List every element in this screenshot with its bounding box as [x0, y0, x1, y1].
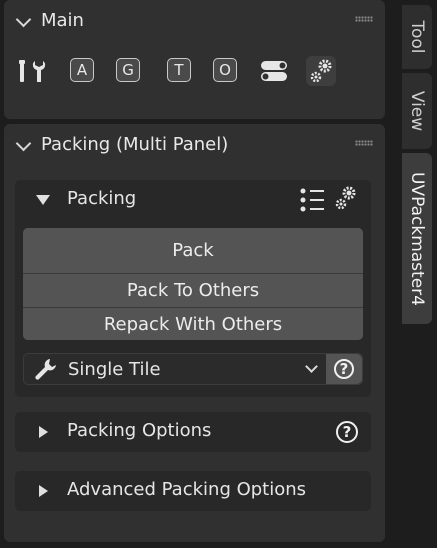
wrench-icon	[35, 359, 56, 380]
properties-region: Main A G T O Packing (Multi Panel) Packi…	[0, 0, 400, 548]
pack-to-others-button[interactable]: Pack To Others	[23, 274, 363, 307]
repack-with-others-button[interactable]: Repack With Others	[23, 308, 363, 340]
main-panel: Main A G T O	[4, 0, 385, 119]
triangle-right-icon	[39, 485, 48, 497]
toggle-switches-icon	[261, 61, 287, 81]
advanced-packing-options-subpanel[interactable]: Advanced Packing Options	[15, 471, 371, 511]
align-t-button[interactable]: T	[167, 58, 191, 82]
tools-button[interactable]	[16, 56, 46, 86]
sidebar-tab-strip: Tool View UVPackmaster4	[400, 0, 437, 548]
packing-options-subpanel[interactable]: Packing Options ?	[15, 412, 371, 452]
main-panel-header[interactable]: Main	[4, 0, 385, 42]
gears-icon[interactable]	[333, 184, 359, 212]
help-icon: ?	[334, 359, 354, 379]
tab-view-label: View	[407, 90, 427, 132]
tab-tool-label: Tool	[407, 20, 427, 54]
chevron-down-icon	[305, 360, 318, 373]
wrench-screwdriver-icon	[19, 60, 46, 82]
align-o-button[interactable]: O	[213, 58, 237, 82]
packing-multi-panel-title: Packing (Multi Panel)	[41, 134, 229, 155]
packing-multi-panel: Packing (Multi Panel) Packing Pack Pack …	[4, 124, 385, 542]
align-g-button[interactable]: G	[116, 58, 140, 82]
chevron-down-icon	[15, 135, 32, 152]
triangle-right-icon	[39, 426, 48, 438]
gears-icon	[310, 59, 332, 83]
list-icon[interactable]	[299, 187, 327, 213]
packing-mode-dropdown[interactable]: Single Tile ?	[23, 353, 363, 385]
packing-mode-help-button[interactable]: ?	[326, 354, 362, 384]
pack-button-group: Pack Pack To Others Repack With Others	[23, 228, 363, 340]
chevron-down-icon	[15, 11, 32, 28]
tab-view[interactable]: View	[402, 73, 432, 149]
help-icon[interactable]: ?	[336, 421, 358, 443]
packing-multi-panel-header[interactable]: Packing (Multi Panel)	[4, 124, 385, 166]
align-a-button[interactable]: A	[70, 58, 94, 82]
main-panel-title: Main	[41, 10, 84, 31]
advanced-packing-options-title: Advanced Packing Options	[67, 479, 307, 500]
tab-uvpackmaster4[interactable]: UVPackmaster4	[402, 153, 432, 324]
packing-mode-value: Single Tile	[68, 359, 161, 380]
packing-subpanel-title: Packing	[67, 188, 137, 209]
triangle-down-icon	[36, 195, 50, 205]
drag-grip-icon[interactable]	[355, 140, 373, 146]
drag-grip-icon[interactable]	[355, 16, 373, 22]
settings-button[interactable]	[306, 56, 336, 86]
packing-options-title: Packing Options	[67, 420, 212, 441]
pack-button[interactable]: Pack	[23, 228, 363, 273]
tab-uvpackmaster4-label: UVPackmaster4	[407, 171, 427, 306]
packing-subpanel-header[interactable]: Packing	[15, 180, 371, 220]
toggles-button[interactable]	[259, 56, 289, 86]
tab-tool[interactable]: Tool	[402, 5, 432, 69]
packing-subpanel: Packing Pack Pack To Others Repack With …	[15, 180, 371, 397]
